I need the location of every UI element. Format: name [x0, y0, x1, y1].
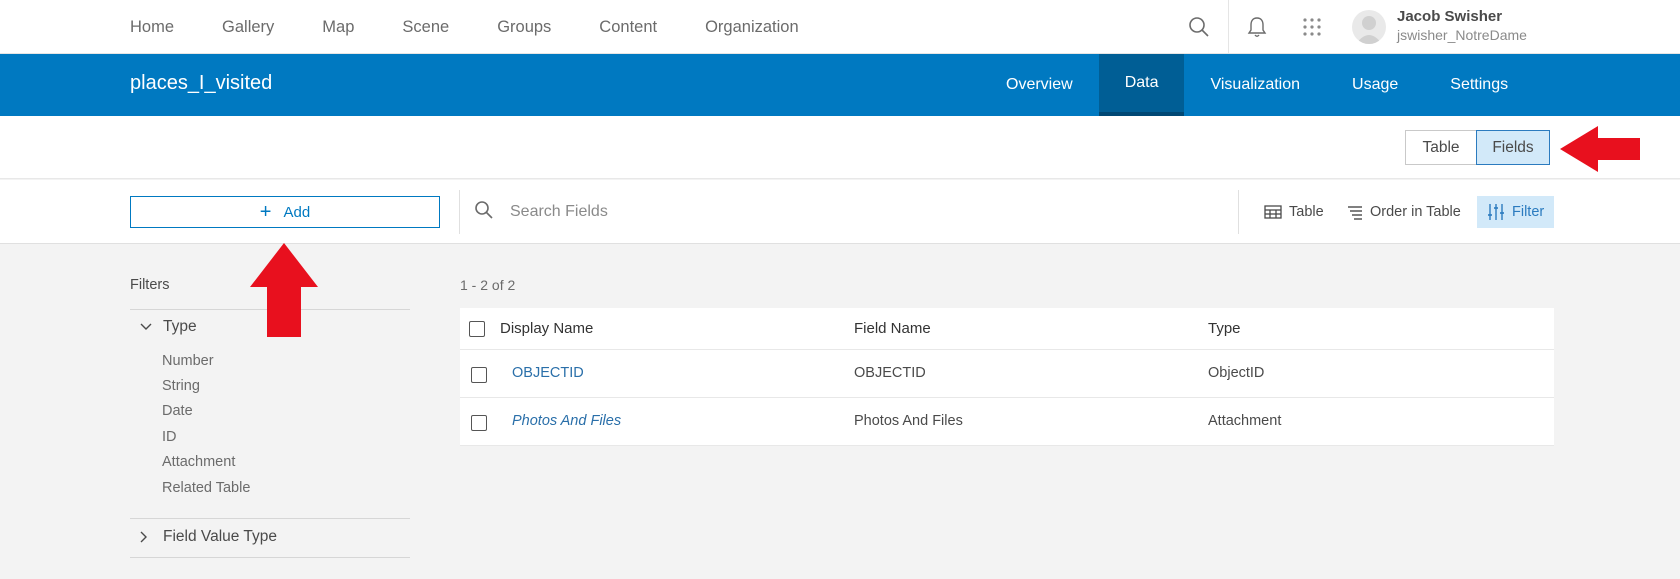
bell-icon[interactable] — [1244, 14, 1270, 40]
nav-home[interactable]: Home — [130, 18, 174, 37]
filter-option-attachment[interactable]: Attachment — [162, 454, 235, 470]
table-icon — [1264, 205, 1282, 219]
row-checkbox[interactable] — [471, 415, 487, 431]
header-display-name[interactable]: Display Name — [500, 320, 593, 337]
result-count: 1 - 2 of 2 — [460, 277, 516, 293]
field-name-cell: OBJECTID — [854, 365, 926, 381]
nav-links: Home Gallery Map Scene Groups Content Or… — [130, 0, 847, 54]
filters-divider — [130, 518, 410, 519]
order-in-table-button[interactable]: Order in Table — [1347, 196, 1461, 228]
tab-usage[interactable]: Usage — [1326, 54, 1424, 116]
nav-map[interactable]: Map — [322, 18, 354, 37]
red-arrow-left-annotation — [1560, 126, 1640, 172]
table-row: Photos And Files Photos And Files Attach… — [460, 398, 1554, 446]
user-menu[interactable]: Jacob Swisher jswisher_NotreDame — [1352, 8, 1652, 48]
nav-organization[interactable]: Organization — [705, 18, 799, 37]
fields-table: Display Name Field Name Type OBJECTID OB… — [460, 308, 1554, 446]
item-title: places_I_visited — [130, 72, 273, 94]
toolbar-divider — [459, 190, 460, 234]
view-toggle-bar: Table Fields — [0, 116, 1680, 179]
filter-option-string[interactable]: String — [162, 378, 200, 394]
item-header: places_I_visited Overview Data Visualiza… — [0, 54, 1680, 116]
order-in-table-label: Order in Table — [1370, 204, 1461, 220]
app-launcher-icon[interactable] — [1299, 14, 1325, 40]
avatar — [1352, 10, 1386, 44]
filter-sliders-icon — [1488, 204, 1504, 220]
filter-option-date[interactable]: Date — [162, 403, 193, 419]
filter-group-field-value-type-label: Field Value Type — [163, 528, 278, 545]
tab-visualization[interactable]: Visualization — [1184, 54, 1326, 116]
display-name-link[interactable]: OBJECTID — [512, 365, 584, 381]
sort-lines-icon — [1348, 206, 1362, 220]
nav-content[interactable]: Content — [599, 18, 657, 37]
filter-option-number[interactable]: Number — [162, 353, 214, 369]
display-name-link[interactable]: Photos And Files — [512, 413, 621, 429]
top-navigation: Home Gallery Map Scene Groups Content Or… — [0, 0, 1680, 54]
user-id: jswisher_NotreDame — [1397, 27, 1527, 43]
header-type[interactable]: Type — [1208, 320, 1241, 337]
search-fields-input[interactable] — [510, 203, 1110, 221]
chevron-down-icon — [140, 323, 152, 331]
table-header-row: Display Name Field Name Type — [460, 308, 1554, 350]
nav-divider — [1228, 0, 1229, 54]
fields-toolbar: + Add Table Order in Table Filter — [0, 180, 1680, 244]
table-button-label: Table — [1289, 204, 1324, 220]
type-cell: ObjectID — [1208, 365, 1265, 381]
filter-group-field-value-type[interactable]: Field Value Type — [140, 528, 277, 546]
item-tabs: Overview Data Visualization Usage Settin… — [980, 54, 1534, 116]
filters-divider — [130, 557, 410, 558]
tab-data[interactable]: Data — [1098, 54, 1185, 116]
select-all-checkbox[interactable] — [469, 321, 485, 337]
nav-gallery[interactable]: Gallery — [222, 18, 274, 37]
filter-option-id[interactable]: ID — [162, 429, 177, 445]
search-icon[interactable] — [1186, 14, 1212, 40]
filter-group-type-label: Type — [163, 318, 197, 335]
plus-icon: + — [259, 201, 272, 223]
fields-view-button[interactable]: Fields — [1476, 130, 1550, 165]
nav-groups[interactable]: Groups — [497, 18, 551, 37]
field-name-cell: Photos And Files — [854, 413, 963, 429]
filter-option-related-table[interactable]: Related Table — [162, 480, 250, 496]
red-arrow-up-annotation — [250, 243, 318, 337]
tab-settings[interactable]: Settings — [1424, 54, 1534, 116]
add-label: Add — [283, 203, 311, 221]
search-fields — [474, 196, 1174, 228]
tab-overview[interactable]: Overview — [980, 54, 1099, 116]
toolbar-divider — [1238, 190, 1239, 234]
user-name: Jacob Swisher — [1397, 8, 1503, 25]
header-field-name[interactable]: Field Name — [854, 320, 931, 337]
filter-group-type[interactable]: Type — [140, 318, 197, 336]
table-view-button[interactable]: Table — [1405, 130, 1477, 165]
filter-button[interactable]: Filter — [1477, 196, 1555, 228]
search-icon — [474, 200, 494, 225]
table-row: OBJECTID OBJECTID ObjectID — [460, 350, 1554, 398]
filter-label: Filter — [1512, 204, 1545, 220]
nav-scene[interactable]: Scene — [402, 18, 449, 37]
chevron-right-icon — [140, 531, 152, 543]
row-checkbox[interactable] — [471, 367, 487, 383]
table-button[interactable]: Table — [1264, 196, 1324, 228]
type-cell: Attachment — [1208, 413, 1282, 429]
filters-heading: Filters — [130, 277, 170, 293]
add-field-button[interactable]: + Add — [130, 196, 440, 228]
